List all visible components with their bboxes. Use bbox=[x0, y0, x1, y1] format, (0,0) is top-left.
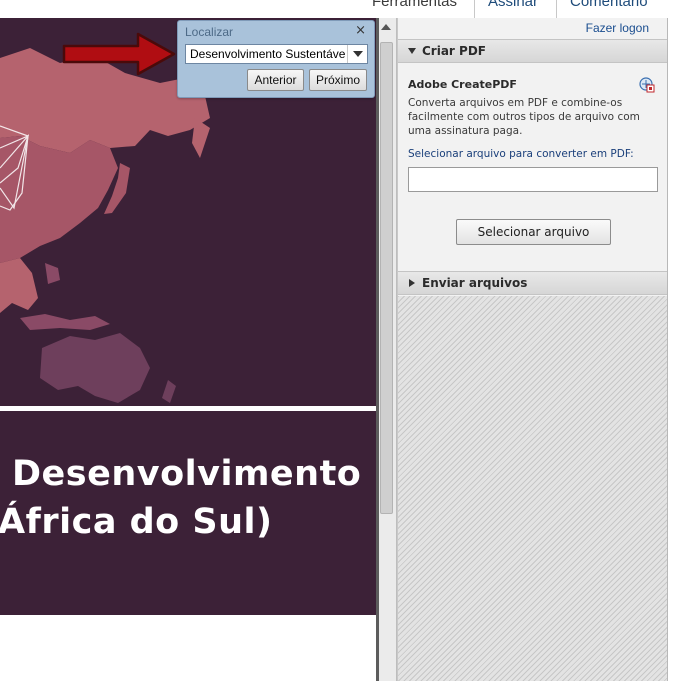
find-next-button[interactable]: Próximo bbox=[309, 69, 367, 91]
tab-comment[interactable]: Comentário bbox=[570, 0, 648, 18]
land-indonesia bbox=[20, 314, 110, 330]
land-kamchatka bbox=[192, 118, 210, 158]
close-icon[interactable]: × bbox=[355, 23, 366, 38]
document-scrollbar[interactable] bbox=[376, 18, 397, 681]
find-combobox[interactable] bbox=[185, 44, 368, 64]
service-description: Converta arquivos em PDF e combine-os fa… bbox=[408, 97, 640, 137]
find-toolbar: Localizar × Anterior Próximo bbox=[177, 20, 375, 98]
find-title: Localizar bbox=[185, 25, 234, 39]
section-send-files-label: Enviar arquivos bbox=[422, 276, 528, 290]
land-philippines bbox=[45, 263, 60, 284]
section-send-files-header[interactable]: Enviar arquivos bbox=[398, 271, 667, 295]
section-create-pdf-header[interactable]: Criar PDF bbox=[398, 39, 667, 63]
panel-empty-area bbox=[398, 296, 667, 681]
document-title-line2: África do Sul) bbox=[0, 502, 273, 542]
find-previous-button[interactable]: Anterior bbox=[247, 69, 304, 91]
triangle-down-icon bbox=[408, 48, 416, 54]
triangle-right-icon bbox=[409, 279, 415, 287]
find-input[interactable] bbox=[186, 45, 346, 63]
tab-separator bbox=[474, 0, 475, 18]
select-file-prompt: Selecionar arquivo para converter em PDF… bbox=[408, 148, 634, 160]
tools-panel: Fazer logon Criar PDF Adobe CreatePDF Co… bbox=[397, 18, 667, 681]
acrobat-window: Ferramentas Assinar Comentário Desenvolv… bbox=[0, 0, 679, 681]
arrow-right-icon bbox=[62, 32, 176, 76]
section-create-pdf-label: Criar PDF bbox=[422, 44, 486, 58]
land-australia bbox=[40, 333, 150, 403]
pdf-convert-icon[interactable] bbox=[639, 77, 655, 93]
chevron-down-icon[interactable] bbox=[347, 45, 367, 63]
window-edge bbox=[667, 18, 679, 681]
document-page[interactable] bbox=[0, 18, 376, 681]
login-link[interactable]: Fazer logon bbox=[586, 21, 649, 35]
land-southeast-asia bbox=[0, 258, 38, 313]
service-title: Adobe CreatePDF bbox=[408, 78, 517, 91]
tab-sign[interactable]: Assinar bbox=[488, 0, 538, 18]
pane-divider[interactable] bbox=[376, 18, 379, 681]
tab-separator bbox=[556, 0, 557, 18]
land-new-zealand bbox=[162, 380, 176, 403]
document-title-line1: Desenvolvimento bbox=[12, 454, 362, 494]
scroll-thumb[interactable] bbox=[380, 42, 393, 514]
select-file-button[interactable]: Selecionar arquivo bbox=[456, 219, 611, 245]
file-path-field[interactable] bbox=[408, 167, 658, 192]
tab-tools[interactable]: Ferramentas bbox=[372, 0, 457, 18]
scroll-up-icon[interactable] bbox=[381, 24, 391, 30]
tool-tabs: Ferramentas Assinar Comentário bbox=[360, 0, 679, 18]
